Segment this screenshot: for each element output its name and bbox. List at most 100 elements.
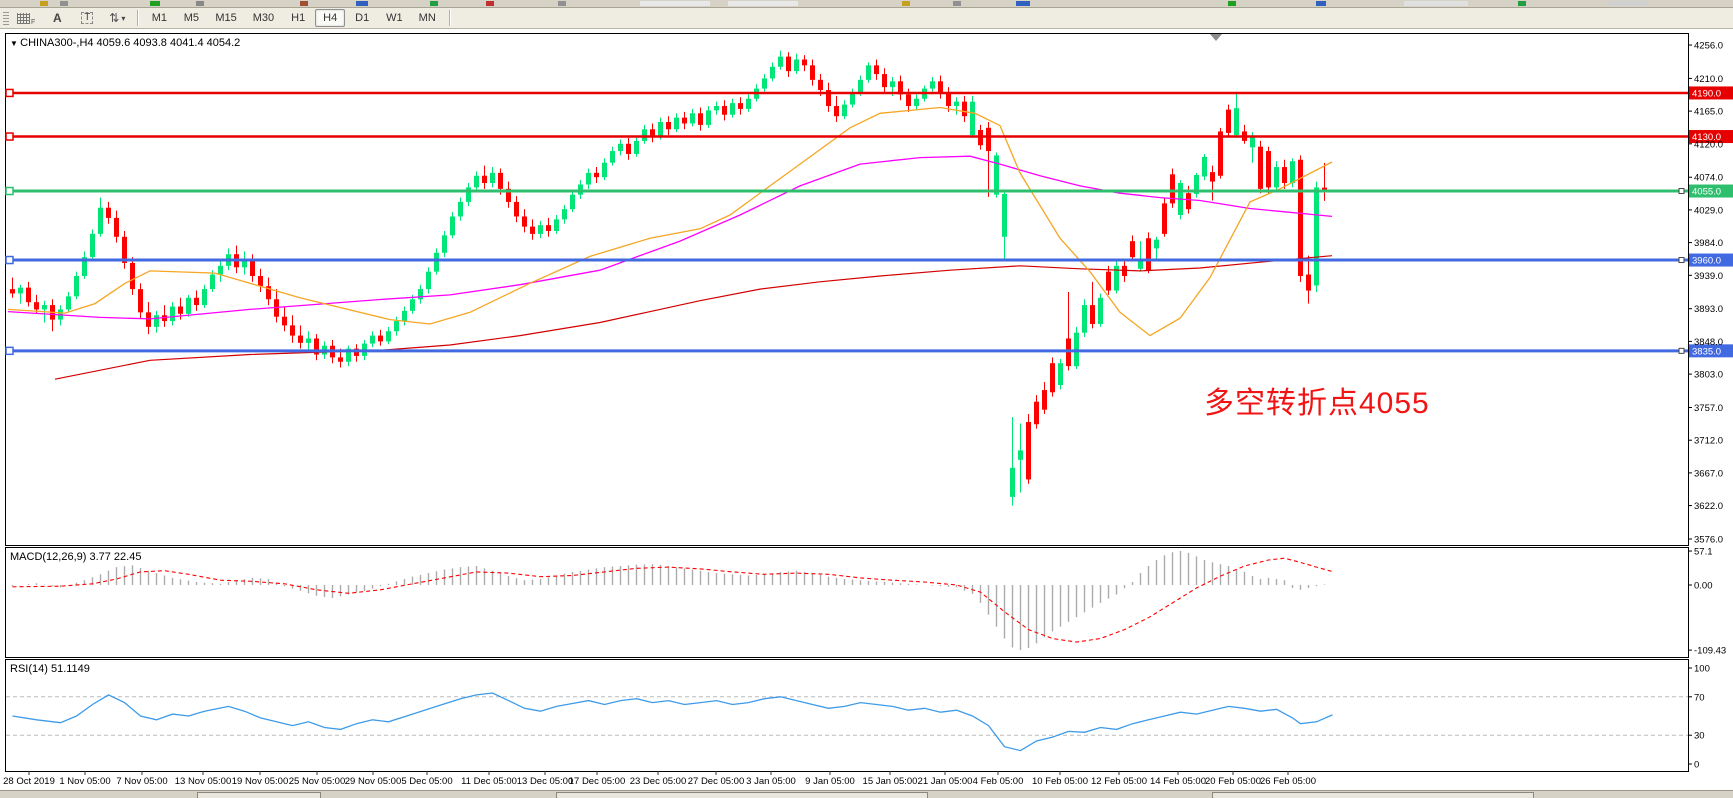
candlestick bbox=[610, 151, 615, 163]
candlestick bbox=[786, 57, 791, 72]
candlestick bbox=[130, 263, 135, 289]
price-tick-label: 4029.0 bbox=[1694, 205, 1723, 216]
candlestick bbox=[722, 106, 727, 115]
candlestick bbox=[410, 299, 415, 311]
candlestick bbox=[618, 144, 623, 151]
toolbar-icon-fragment bbox=[60, 1, 68, 6]
timeframe-m5-button[interactable]: M5 bbox=[176, 9, 206, 27]
candlestick bbox=[946, 93, 951, 106]
price-tick-label: 3712.0 bbox=[1694, 436, 1723, 447]
candlestick bbox=[986, 128, 991, 151]
time-label: 7 Nov 05:00 bbox=[116, 776, 167, 787]
candlestick bbox=[218, 266, 223, 275]
rsi-scale-label: 0 bbox=[1694, 760, 1699, 771]
candlestick bbox=[538, 225, 543, 234]
letter-a-icon: A bbox=[53, 11, 62, 25]
rsi-scale-label: 100 bbox=[1694, 664, 1710, 675]
candlestick bbox=[450, 216, 455, 235]
timeframe-w1-button[interactable]: W1 bbox=[379, 9, 410, 27]
time-label: 5 Dec 05:00 bbox=[401, 776, 452, 787]
candlestick bbox=[1042, 390, 1047, 410]
toolbar-icon-fragment bbox=[300, 1, 308, 6]
text-t-icon: T bbox=[81, 12, 93, 24]
toolbar-icon-fragment bbox=[1228, 1, 1236, 6]
timeframe-m1-button[interactable]: M1 bbox=[144, 9, 174, 27]
candlestick bbox=[586, 173, 591, 185]
time-label: 17 Dec 05:00 bbox=[569, 776, 626, 787]
toolbar-icon-fragment bbox=[356, 1, 368, 6]
candlestick bbox=[562, 209, 567, 219]
price-tick-label: 4256.0 bbox=[1694, 41, 1723, 52]
mt4-window: F A T ⇅ ▾ M1M5M15M30H1H4D1W1MN 4190.0413… bbox=[0, 0, 1733, 798]
candlestick bbox=[1026, 422, 1031, 479]
candlestick bbox=[42, 305, 47, 309]
candlestick bbox=[186, 298, 191, 314]
candlestick bbox=[18, 288, 23, 294]
toolbar-icon-fragment bbox=[1316, 1, 1326, 6]
macd-panel bbox=[6, 548, 1689, 658]
timeframe-mn-button[interactable]: MN bbox=[412, 9, 443, 27]
time-label: 11 Dec 05:00 bbox=[461, 776, 517, 787]
candlestick bbox=[418, 289, 423, 299]
toolbar-icon-fragment bbox=[430, 1, 438, 6]
rsi-panel bbox=[6, 660, 1689, 772]
candlestick bbox=[1226, 110, 1231, 133]
hline-right-handle bbox=[1679, 189, 1684, 194]
candlestick bbox=[1098, 298, 1103, 324]
arrow-tool-button[interactable]: A bbox=[43, 9, 71, 27]
candlestick bbox=[698, 113, 703, 125]
time-label: 23 Dec 05:00 bbox=[630, 776, 687, 787]
timeframe-d1-button[interactable]: D1 bbox=[347, 9, 377, 27]
candlestick bbox=[298, 336, 303, 343]
time-label: 27 Dec 05:00 bbox=[688, 776, 745, 787]
candlestick bbox=[106, 208, 111, 218]
bottom-tab-partial bbox=[556, 792, 928, 798]
candlestick bbox=[1050, 363, 1055, 392]
candlestick bbox=[26, 288, 31, 303]
candlestick bbox=[370, 336, 375, 344]
objects-button[interactable]: ⇅ ▾ bbox=[103, 9, 131, 27]
price-badge-text: 4190.0 bbox=[1692, 88, 1721, 99]
hline-handle[interactable] bbox=[6, 347, 13, 354]
timeframe-h4-button[interactable]: H4 bbox=[315, 9, 345, 27]
time-label: 25 Nov 05:00 bbox=[289, 776, 346, 787]
candlestick bbox=[1274, 167, 1279, 187]
toolbar-icon-fragment bbox=[1016, 1, 1030, 6]
timeframe-m30-button[interactable]: M30 bbox=[246, 9, 281, 27]
candlestick bbox=[1058, 363, 1063, 385]
time-label: 19 Nov 05:00 bbox=[232, 776, 289, 787]
candlestick bbox=[810, 65, 815, 80]
hline-handle[interactable] bbox=[6, 257, 13, 264]
text-annotation[interactable]: 多空转折点4055 bbox=[1204, 378, 1430, 422]
timeframe-m15-button[interactable]: M15 bbox=[208, 9, 243, 27]
price-tick-label: 3893.0 bbox=[1694, 304, 1723, 315]
candlestick bbox=[474, 176, 479, 188]
candlestick bbox=[90, 234, 95, 257]
candlestick bbox=[834, 106, 839, 116]
time-label: 12 Feb 05:00 bbox=[1091, 776, 1147, 787]
hline-handle[interactable] bbox=[6, 89, 13, 96]
triangle-down-icon: ▼ bbox=[10, 39, 20, 48]
hline-handle[interactable] bbox=[6, 188, 13, 195]
timeframe-h1-button[interactable]: H1 bbox=[283, 9, 313, 27]
candlestick bbox=[394, 321, 399, 331]
text-tool-button[interactable]: T bbox=[73, 9, 101, 27]
crosshair-grid-icon[interactable]: F bbox=[11, 9, 41, 27]
chart-canvas: 4190.04130.04055.03960.03835.04256.04210… bbox=[0, 0, 1733, 798]
hline-handle[interactable] bbox=[6, 133, 13, 140]
candlestick bbox=[530, 227, 535, 234]
time-label: 1 Nov 05:00 bbox=[59, 776, 110, 787]
toolbar-grip[interactable] bbox=[2, 11, 10, 25]
time-label: 13 Dec 05:00 bbox=[517, 776, 574, 787]
candlestick bbox=[1266, 151, 1271, 187]
candlestick bbox=[194, 298, 199, 305]
candlestick bbox=[658, 122, 663, 137]
candlestick bbox=[1010, 468, 1015, 497]
price-badge-text: 3835.0 bbox=[1692, 346, 1721, 357]
candlestick bbox=[642, 129, 647, 141]
candlestick bbox=[146, 312, 151, 327]
candlestick bbox=[386, 331, 391, 341]
toolbar-icon-fragment bbox=[40, 1, 48, 6]
candlestick bbox=[746, 99, 751, 109]
toolbar-icon-fragment bbox=[953, 1, 961, 6]
